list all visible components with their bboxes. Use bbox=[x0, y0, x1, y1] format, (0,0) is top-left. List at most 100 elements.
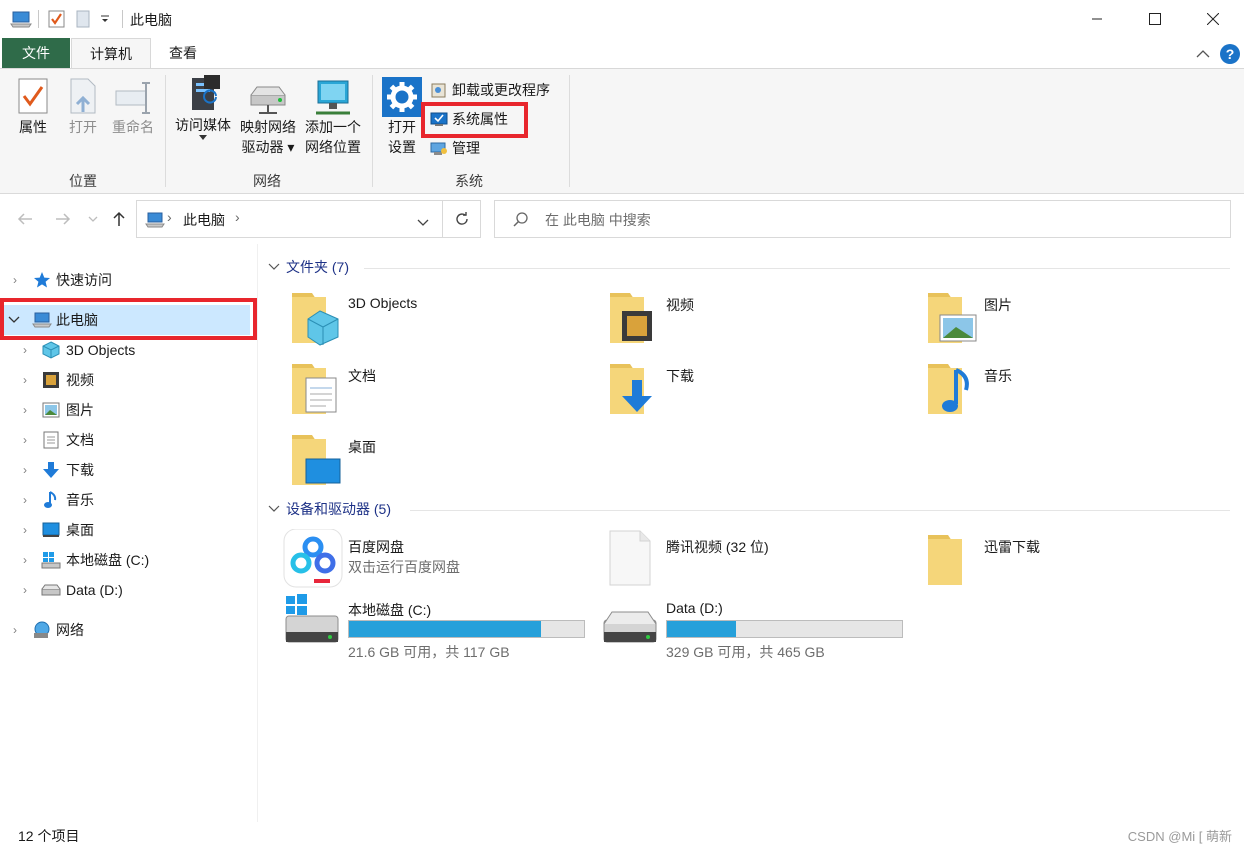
status-item-count: 12 个项目 bbox=[18, 828, 80, 844]
chevron-right-icon[interactable]: › bbox=[19, 553, 31, 567]
new-folder-quick-icon[interactable] bbox=[74, 9, 92, 32]
properties-button[interactable]: 属性 bbox=[14, 77, 52, 137]
search-box[interactable]: 在 此电脑 中搜索 bbox=[494, 200, 1231, 238]
search-placeholder: 在 此电脑 中搜索 bbox=[545, 212, 651, 228]
group-label-network: 网络 bbox=[253, 173, 281, 189]
forward-arrow-icon bbox=[56, 213, 71, 225]
rename-button[interactable]: 重命名 bbox=[108, 77, 158, 137]
folder-tile-desktop[interactable]: 桌面 bbox=[282, 429, 582, 493]
nav-item-network[interactable]: › 网络 bbox=[0, 615, 250, 645]
breadcrumb-separator-icon: › bbox=[167, 209, 172, 225]
properties-icon bbox=[18, 78, 48, 114]
ribbon: 属性 打开 重命名 位置 访问媒体 映射网络 驱动器 ▾ 添加一个 网络位置 网… bbox=[0, 68, 1244, 194]
baidu-netdisk-icon bbox=[283, 529, 343, 588]
chevron-right-icon[interactable]: › bbox=[19, 403, 31, 417]
folder-tile-downloads[interactable]: 下载 bbox=[600, 358, 900, 422]
up-button[interactable] bbox=[108, 206, 130, 232]
uninstall-programs-button[interactable]: 卸载或更改程序 bbox=[430, 77, 550, 103]
refresh-icon bbox=[455, 212, 468, 225]
drive-tile-data-d[interactable]: Data (D:) 329 GB 可用，共 465 GB bbox=[600, 592, 903, 660]
close-button[interactable] bbox=[1184, 0, 1242, 38]
windows-drive-icon bbox=[41, 550, 61, 570]
forward-button[interactable] bbox=[52, 206, 74, 232]
title-bar: 此电脑 bbox=[0, 0, 1244, 38]
manage-button[interactable]: 管理 bbox=[430, 135, 480, 161]
chevron-right-icon[interactable]: › bbox=[19, 463, 31, 477]
tab-computer[interactable]: 计算机 bbox=[71, 38, 151, 69]
chevron-right-icon[interactable]: › bbox=[19, 493, 31, 507]
documents-folder-icon bbox=[292, 364, 337, 414]
folder-tile-pictures[interactable]: 图片 bbox=[918, 287, 1218, 351]
desktop-icon bbox=[41, 520, 61, 540]
open-settings-label-2: 设置 bbox=[388, 139, 416, 155]
chevron-right-icon[interactable]: › bbox=[19, 583, 31, 597]
section-header-folders[interactable]: 文件夹 (7) bbox=[268, 257, 349, 277]
rename-icon bbox=[115, 82, 150, 114]
nav-item-videos[interactable]: › 视频 bbox=[0, 365, 250, 395]
tab-view[interactable]: 查看 bbox=[152, 38, 214, 68]
nav-item-documents[interactable]: › 文档 bbox=[0, 425, 250, 455]
devices-header-label: 设备和驱动器 (5) bbox=[286, 501, 391, 517]
nav-item-desktop[interactable]: › 桌面 bbox=[0, 515, 250, 545]
drive-icon bbox=[603, 611, 657, 643]
minimize-icon bbox=[1092, 18, 1102, 20]
folder-tile-3d-objects[interactable]: 3D Objects bbox=[282, 287, 582, 351]
drive-usage-bar bbox=[348, 620, 585, 638]
open-button[interactable]: 打开 bbox=[64, 77, 102, 137]
customize-toolbar-icon[interactable] bbox=[99, 12, 111, 28]
access-media-button[interactable]: 访问媒体 bbox=[172, 75, 234, 140]
breadcrumb-this-pc[interactable]: 此电脑 bbox=[183, 210, 225, 230]
refresh-button[interactable] bbox=[443, 200, 481, 238]
nav-item-data-d[interactable]: › Data (D:) bbox=[0, 575, 250, 605]
breadcrumb-chevron-icon[interactable]: › bbox=[235, 209, 240, 225]
chevron-right-icon[interactable]: › bbox=[9, 273, 21, 287]
group-label-system: 系统 bbox=[455, 173, 483, 189]
folder-tile-videos[interactable]: 视频 bbox=[600, 287, 900, 351]
windows-drive-icon bbox=[285, 594, 339, 643]
address-history-dropdown-icon[interactable] bbox=[417, 214, 429, 230]
help-icon[interactable]: ? bbox=[1220, 44, 1240, 67]
nav-item-music[interactable]: › 音乐 bbox=[0, 485, 250, 515]
chevron-right-icon[interactable]: › bbox=[19, 343, 31, 357]
device-tile-tencent-video[interactable]: 腾讯视频 (32 位) bbox=[600, 529, 900, 593]
back-button[interactable] bbox=[14, 206, 36, 232]
video-icon bbox=[41, 370, 61, 390]
this-pc-icon bbox=[10, 9, 32, 32]
section-header-devices[interactable]: 设备和驱动器 (5) bbox=[268, 499, 391, 519]
nav-item-downloads[interactable]: › 下载 bbox=[0, 455, 250, 485]
nav-item-quick-access[interactable]: › 快速访问 bbox=[0, 265, 250, 295]
chevron-right-icon[interactable]: › bbox=[19, 433, 31, 447]
folder-tile-documents[interactable]: 文档 bbox=[282, 358, 582, 422]
file-explorer-window: 此电脑 文件 计算机 查看 ? 属性 打开 重命名 位置 访问媒体 映射网络 驱… bbox=[0, 0, 1244, 851]
folder-tile-music[interactable]: 音乐 bbox=[918, 358, 1218, 422]
map-drive-label-2: 驱动器 ▾ bbox=[241, 139, 295, 155]
tab-file[interactable]: 文件 bbox=[2, 38, 70, 68]
chevron-right-icon[interactable]: › bbox=[19, 373, 31, 387]
device-tile-baidu-netdisk[interactable]: 百度网盘 双击运行百度网盘 bbox=[282, 529, 582, 593]
collapse-ribbon-icon[interactable] bbox=[1196, 46, 1210, 62]
map-network-drive-button[interactable]: 映射网络 驱动器 ▾ bbox=[236, 77, 300, 157]
network-location-icon bbox=[316, 80, 350, 115]
settings-gear-icon bbox=[382, 77, 422, 117]
drive-tile-local-disk-c[interactable]: 本地磁盘 (C:) 21.6 GB 可用，共 117 GB bbox=[282, 592, 585, 660]
chevron-right-icon[interactable]: › bbox=[19, 523, 31, 537]
folder-name: 3D Objects bbox=[348, 295, 418, 311]
access-media-label: 访问媒体 bbox=[175, 117, 231, 133]
chevron-right-icon[interactable]: › bbox=[9, 623, 21, 637]
media-server-icon bbox=[192, 75, 220, 110]
minimize-button[interactable] bbox=[1068, 0, 1126, 38]
address-bar[interactable]: › 此电脑 › bbox=[136, 200, 443, 238]
up-arrow-icon bbox=[113, 211, 125, 226]
chevron-down-icon bbox=[88, 216, 98, 222]
properties-quick-icon[interactable] bbox=[48, 9, 66, 32]
nav-item-local-disk-c[interactable]: › 本地磁盘 (C:) bbox=[0, 545, 250, 575]
ribbon-tabs: 文件 计算机 查看 bbox=[0, 38, 1244, 69]
this-pc-highlight bbox=[0, 298, 257, 340]
recent-locations-button[interactable] bbox=[86, 206, 100, 232]
maximize-button[interactable] bbox=[1126, 0, 1184, 38]
open-settings-button[interactable]: 打开 设置 bbox=[380, 77, 424, 157]
device-tile-xunlei-download[interactable]: 迅雷下载 bbox=[918, 529, 1218, 593]
nav-item-pictures[interactable]: › 图片 bbox=[0, 395, 250, 425]
add-network-location-button[interactable]: 添加一个 网络位置 bbox=[302, 77, 364, 157]
open-settings-label-1: 打开 bbox=[388, 119, 416, 135]
